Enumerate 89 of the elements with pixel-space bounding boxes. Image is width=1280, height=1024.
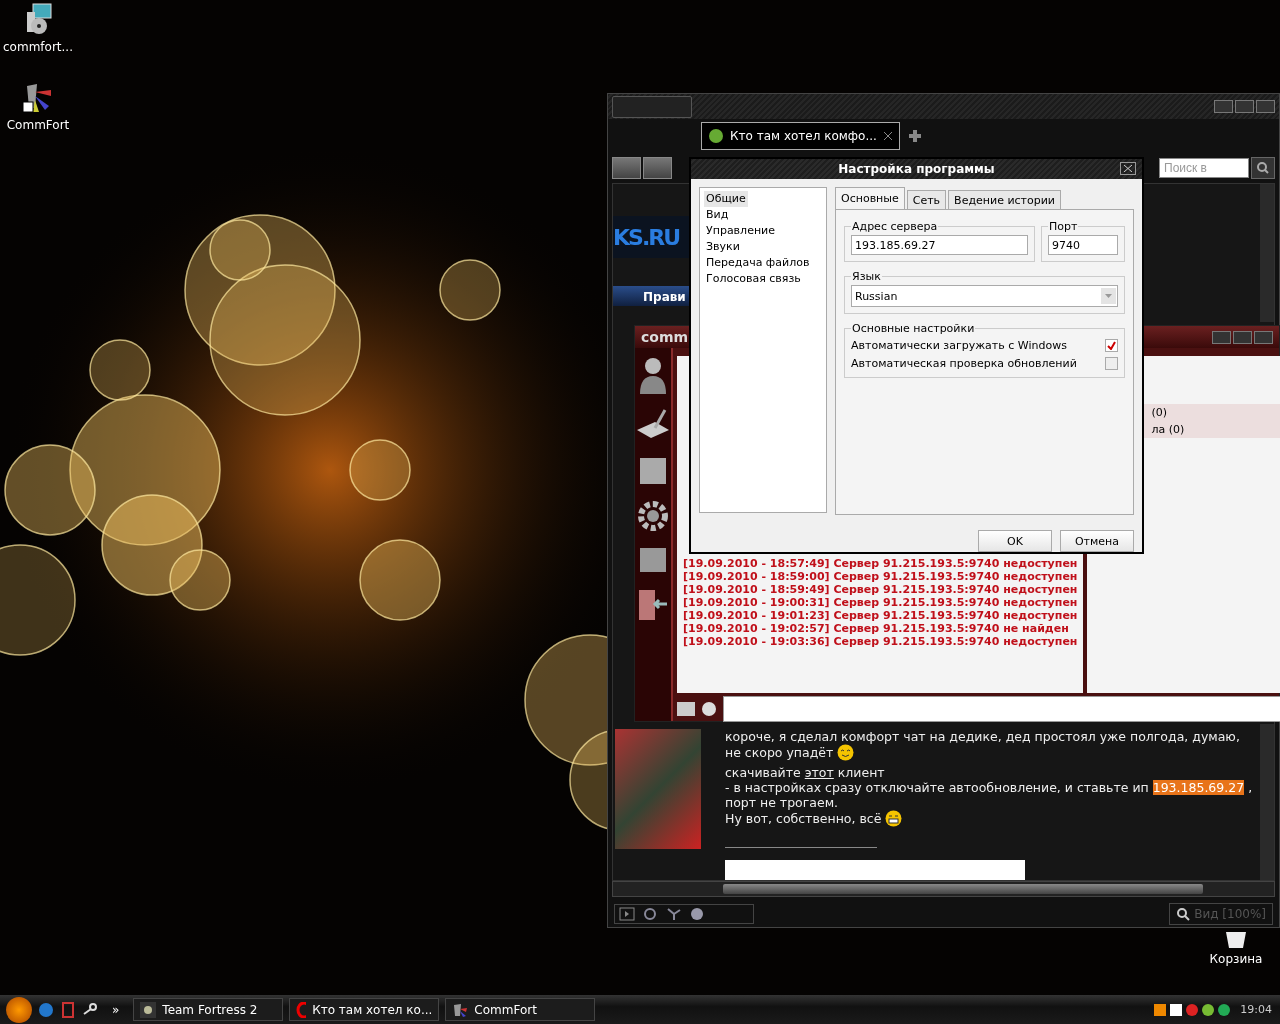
- tray-app-icon[interactable]: [1154, 1003, 1167, 1016]
- browser-icon: [296, 1001, 307, 1018]
- section-item[interactable]: Вид: [704, 207, 731, 223]
- search-button[interactable]: [1251, 157, 1275, 179]
- search-icon: [1176, 907, 1191, 921]
- tab[interactable]: Ведение истории: [948, 190, 1062, 210]
- panel-toggle-icon[interactable]: [619, 907, 635, 921]
- tab[interactable]: Сеть: [906, 190, 947, 210]
- port-field[interactable]: 9740: [1048, 235, 1118, 255]
- more-button[interactable]: »: [112, 1002, 120, 1017]
- post-text: скачивайте: [725, 765, 801, 780]
- steam-icon[interactable]: [82, 1001, 98, 1018]
- app-icon[interactable]: [60, 1001, 76, 1018]
- close-button[interactable]: [1120, 162, 1136, 175]
- exit-door-icon[interactable]: [637, 588, 669, 622]
- browser-tab[interactable]: Кто там хотел комфо...: [701, 122, 900, 150]
- post-text: не скоро упадёт: [725, 745, 834, 760]
- post-text: ,: [1248, 780, 1253, 795]
- checkbox[interactable]: [1105, 356, 1118, 370]
- section-item[interactable]: Голосовая связь: [704, 271, 803, 287]
- back-button[interactable]: [612, 157, 641, 179]
- dialog-title: Настройка программы: [838, 162, 995, 176]
- maximize-button[interactable]: [1235, 100, 1254, 113]
- option-label: Автоматическая проверка обновлений: [851, 356, 1077, 370]
- caret-icon: [1105, 294, 1112, 298]
- desktop-icon-label: CommFort: [6, 118, 70, 132]
- post-text: клиент: [837, 765, 885, 780]
- section-item[interactable]: Управление: [704, 223, 777, 239]
- close-icon[interactable]: [882, 131, 893, 141]
- scrollbar-track[interactable]: [1260, 724, 1274, 880]
- pen-icon[interactable]: [635, 408, 671, 438]
- settings-icon[interactable]: [637, 500, 669, 532]
- ok-button[interactable]: OK: [978, 530, 1052, 552]
- taskbar-button[interactable]: CommFort: [445, 998, 596, 1021]
- checkbox[interactable]: [1105, 338, 1118, 352]
- new-tab-icon[interactable]: [907, 129, 922, 143]
- highlighted-ip: 193.185.69.27: [1152, 780, 1245, 795]
- forward-button[interactable]: [643, 157, 672, 179]
- tab[interactable]: Основные: [835, 187, 905, 209]
- minimize-button[interactable]: [1212, 330, 1231, 344]
- log-line: [19.09.2010 - 19:02:57] Сервер 91.215.193.5:9740 не найден: [683, 622, 1070, 635]
- minimize-button[interactable]: [1214, 100, 1233, 113]
- cancel-button[interactable]: Отмена: [1060, 530, 1134, 552]
- clock: 19:04: [1240, 1003, 1272, 1016]
- log-line: [19.09.2010 - 18:59:49] Сервер 91.215.193.5:9740 недоступен: [683, 583, 1078, 596]
- language-select[interactable]: Russian: [851, 285, 1118, 307]
- scroll-thumb[interactable]: [723, 884, 1203, 894]
- tray-app-icon[interactable]: [1186, 1003, 1199, 1016]
- post-text: порт не трогаем.: [725, 795, 839, 810]
- section-item[interactable]: Передача файлов: [704, 255, 812, 271]
- maximize-button[interactable]: [1233, 330, 1252, 344]
- tray-app-icon[interactable]: [1218, 1003, 1231, 1016]
- close-icon: [1124, 165, 1132, 172]
- option-label: Автоматически загружать с Windows: [851, 338, 1067, 352]
- server-address-field[interactable]: 193.185.69.27: [851, 235, 1028, 255]
- desktop-icon-label: Корзина: [1209, 952, 1263, 966]
- post-text: короче, я сделал комфорт чат на дедике, дед простоял уже полгода, думаю,: [725, 729, 1240, 744]
- post-link[interactable]: этот: [804, 765, 834, 780]
- section-item[interactable]: Звуки: [704, 239, 742, 255]
- log-line: [19.09.2010 - 19:01:23] Сервер 91.215.193.5:9740 недоступен: [683, 609, 1078, 622]
- desktop-icon-label: commfort...: [3, 40, 73, 54]
- log-line: [19.09.2010 - 18:59:00] Сервер 91.215.193.5:9740 недоступен: [683, 570, 1078, 583]
- post-text: - в настройках сразу отключайте автообновление, и ставьте ип: [725, 780, 1149, 795]
- tray-app-icon[interactable]: [1202, 1003, 1215, 1016]
- start-button[interactable]: [6, 996, 32, 1023]
- log-line: [19.09.2010 - 18:57:49] Сервер 91.215.193.5:9740 недоступен: [683, 557, 1078, 570]
- search-icon: [1257, 162, 1269, 174]
- grin-smiley-icon: [885, 810, 903, 827]
- group-label: Адрес сервера: [851, 220, 939, 233]
- message-input[interactable]: [723, 696, 1280, 722]
- section-item[interactable]: Общие: [704, 191, 748, 207]
- chat-app-icon: [452, 1001, 469, 1018]
- game-icon: [140, 1001, 157, 1018]
- window-title: comm: [641, 329, 689, 345]
- taskbar-button[interactable]: Кто там хотел ко...: [289, 998, 440, 1021]
- group-label: Основные настройки: [851, 322, 976, 335]
- group-label: Порт: [1048, 220, 1079, 233]
- trash-bin-icon[interactable]: [1224, 930, 1248, 948]
- group-label: Язык: [851, 270, 882, 283]
- horizontal-scrollbar[interactable]: [612, 881, 1275, 897]
- log-line: [19.09.2010 - 19:00:31] Сервер 91.215.193.5:9740 недоступен: [683, 596, 1078, 609]
- user-icon[interactable]: [638, 356, 668, 394]
- bokeh-light: [349, 439, 411, 501]
- bokeh-light: [439, 259, 501, 321]
- vertical-scrollbar[interactable]: [1260, 184, 1274, 322]
- log-line: [19.09.2010 - 19:03:36] Сервер 91.215.193.5:9740 недоступен: [683, 635, 1078, 648]
- post-text: Ну вот, собственно, всё: [725, 811, 882, 826]
- search-field[interactable]: Поиск в: [1159, 158, 1249, 178]
- taskbar-button[interactable]: Team Fortress 2: [133, 998, 284, 1021]
